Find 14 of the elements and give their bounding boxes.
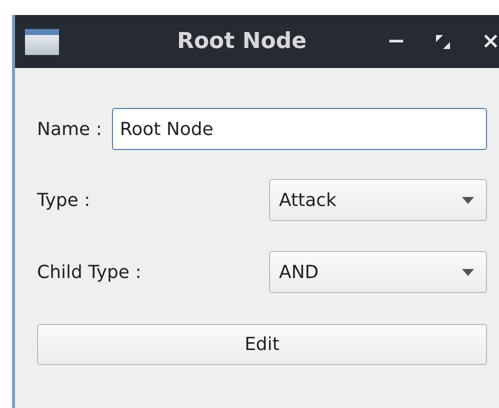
type-dropdown[interactable]: Attack: [269, 179, 487, 221]
restore-icon[interactable]: [435, 34, 452, 50]
name-field[interactable]: Root Node: [112, 108, 487, 150]
dropdown-arrow-icon: [462, 196, 474, 204]
minimize-button[interactable]: −: [387, 30, 406, 52]
window-icon: [25, 28, 59, 54]
name-label: Name :: [37, 118, 102, 140]
edit-button[interactable]: Edit: [37, 324, 487, 365]
type-label: Type :: [37, 190, 90, 210]
window-title: Root Node: [177, 29, 308, 54]
dropdown-arrow-icon: [462, 268, 474, 276]
close-button[interactable]: ×: [481, 30, 499, 52]
child-type-label: Child Type :: [37, 262, 142, 282]
child-type-dropdown[interactable]: AND: [269, 251, 487, 293]
